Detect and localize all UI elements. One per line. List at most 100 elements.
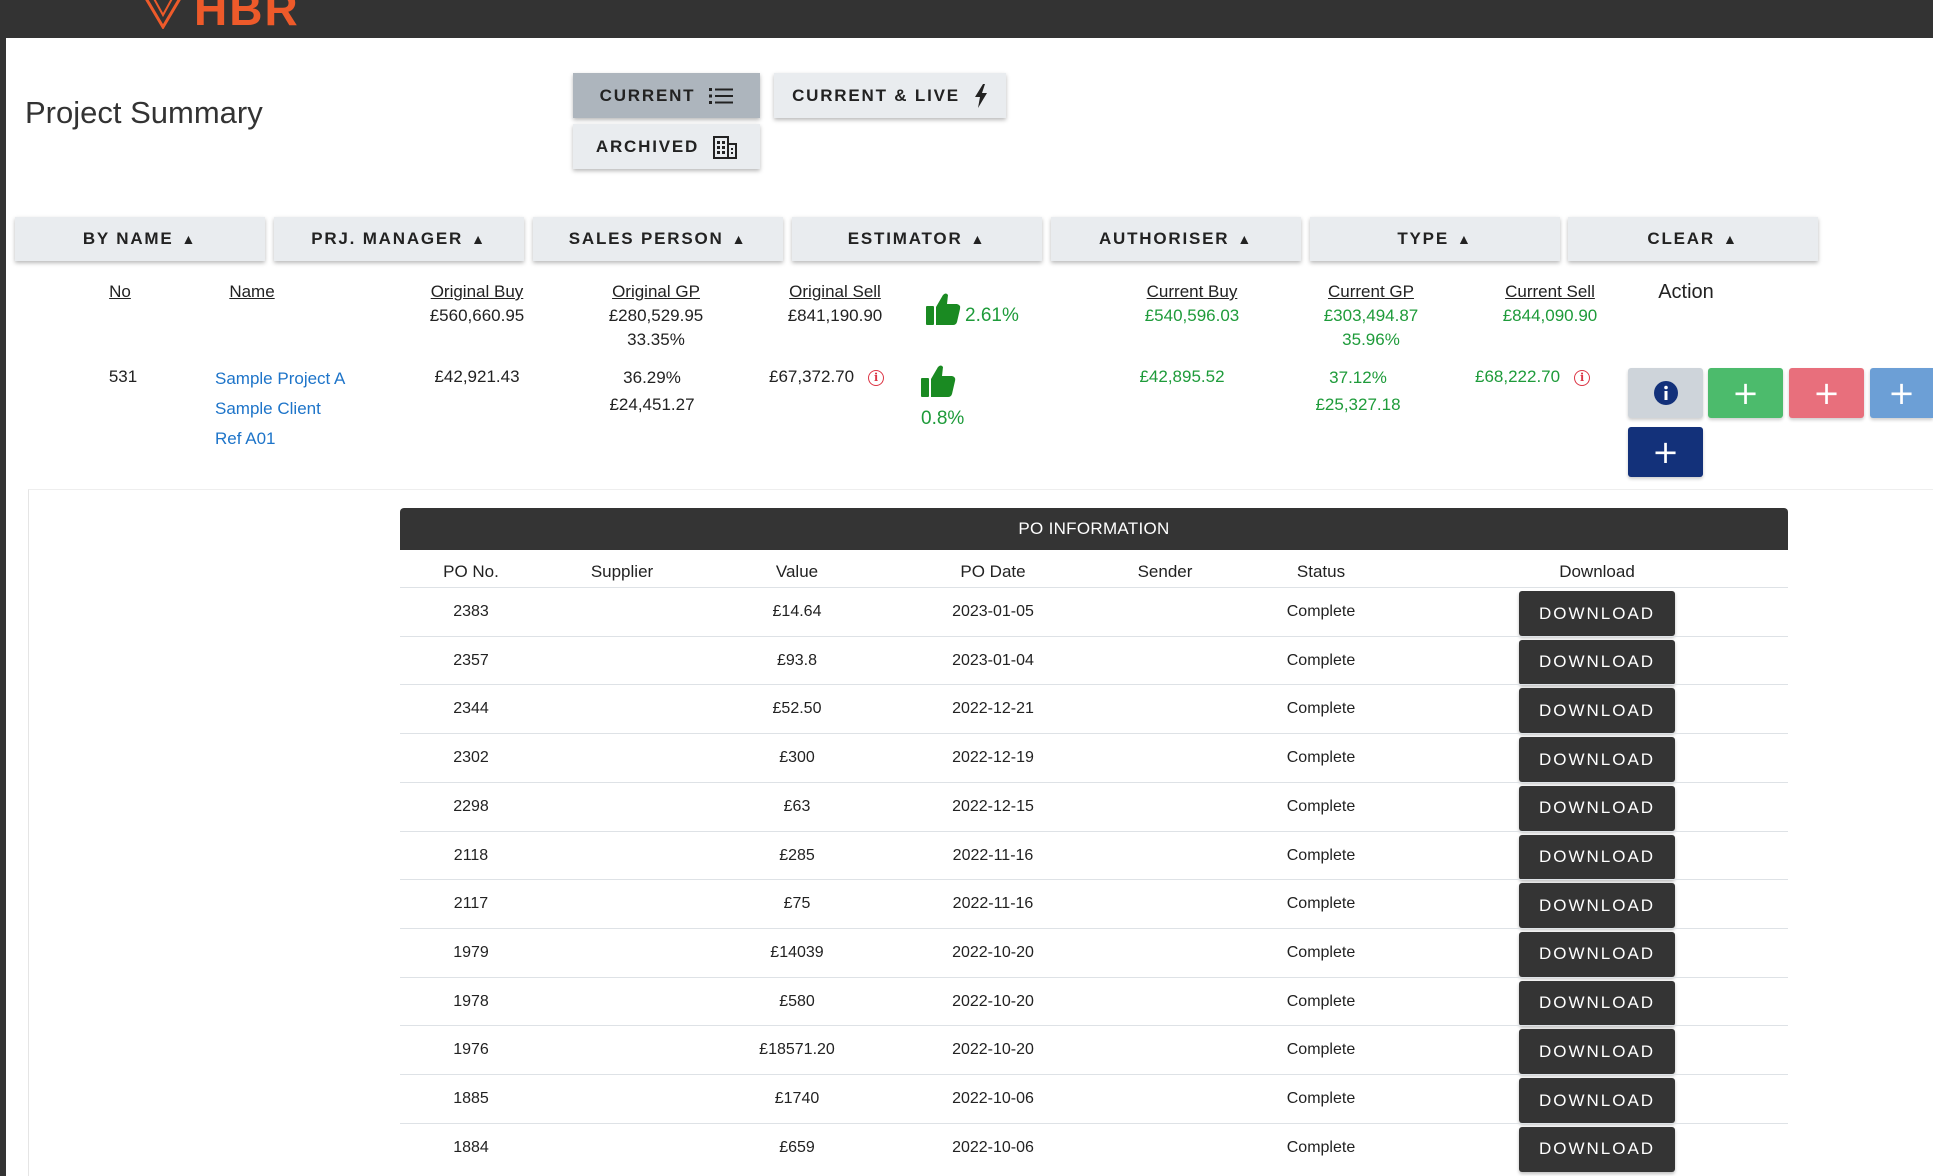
po-table-row: 2344 £52.50 2022-12-21 Complete DOWNLOAD <box>400 684 1788 734</box>
list-icon <box>709 87 734 104</box>
po-status-cell: Complete <box>1286 1041 1356 1059</box>
po-supplier-cell <box>572 978 672 1026</box>
download-button[interactable]: DOWNLOAD <box>1519 883 1675 929</box>
download-button[interactable]: DOWNLOAD <box>1519 1126 1675 1172</box>
sort-by-name-button[interactable]: BY NAME ▲︎ <box>15 217 265 261</box>
po-status-cell: Complete <box>1286 797 1356 815</box>
project-original-sell: £67,372.70 i <box>769 364 885 389</box>
sort-type-button[interactable]: TYPE ▲︎ <box>1310 217 1560 261</box>
po-date-cell: 2022-10-06 <box>952 1090 1034 1107</box>
project-client[interactable]: Sample Client <box>215 399 321 418</box>
po-value-cell: £18571.20 <box>759 1041 835 1059</box>
column-header-original-buy[interactable]: Original Buy £560,660.95 <box>407 280 547 328</box>
project-current-gp-value: £25,327.18 <box>1315 395 1401 414</box>
po-no-cell: 2357 <box>453 651 489 669</box>
po-col-value: Value <box>775 562 819 581</box>
sort-estimator-button[interactable]: ESTIMATOR ▲︎ <box>792 217 1042 261</box>
download-button[interactable]: DOWNLOAD <box>1519 931 1675 977</box>
po-sender-cell <box>1115 880 1215 928</box>
po-table-row: 1884 £659 2022-10-06 Complete DOWNLOAD <box>400 1122 1788 1172</box>
po-table-row: 2298 £63 2022-12-15 Complete DOWNLOAD <box>400 781 1788 831</box>
sort-icon: ▲︎ <box>970 231 987 247</box>
current-live-view-button[interactable]: CURRENT & LIVE <box>774 73 1006 118</box>
project-info-button[interactable] <box>1628 368 1703 418</box>
download-button[interactable]: DOWNLOAD <box>1519 1029 1675 1075</box>
sort-by-name-label: BY NAME <box>82 229 174 248</box>
plus-icon: + <box>1813 374 1840 412</box>
sort-authoriser-button[interactable]: AUTHORISER ▲︎ <box>1051 217 1301 261</box>
po-information-header: PO INFORMATION <box>400 508 1788 550</box>
po-no-cell: 2344 <box>453 700 489 718</box>
po-date-cell: 2023-01-04 <box>952 651 1034 669</box>
download-button[interactable]: DOWNLOAD <box>1519 591 1675 636</box>
po-sender-cell <box>1115 637 1215 685</box>
po-value-cell: £285 <box>779 846 815 864</box>
column-header-no[interactable]: No <box>80 280 160 304</box>
po-no-cell: 1979 <box>453 943 489 961</box>
po-date-cell: 2022-12-15 <box>952 797 1034 815</box>
po-supplier-cell <box>572 637 672 685</box>
po-date-cell: 2022-10-20 <box>952 943 1034 961</box>
po-no-cell: 2298 <box>453 797 489 815</box>
download-button[interactable]: DOWNLOAD <box>1519 737 1675 783</box>
po-sender-cell <box>1115 1026 1215 1074</box>
info-warning-icon[interactable]: i <box>868 370 885 386</box>
clear-sort-button[interactable]: CLEAR ▲︎ <box>1568 217 1818 261</box>
po-date-cell: 2022-10-20 <box>952 992 1034 1010</box>
column-header-current-gp[interactable]: Current GP £303,494.87 35.96% <box>1301 280 1441 352</box>
column-header-original-sell-label: Original Sell <box>789 282 881 301</box>
current-live-view-label: CURRENT & LIVE <box>792 85 960 105</box>
sort-icon: ▲︎ <box>181 231 198 247</box>
sort-sales-person-button[interactable]: SALES PERSON ▲︎ <box>533 217 783 261</box>
po-table-row: 2383 £14.64 2023-01-05 Complete DOWNLOAD <box>400 587 1788 636</box>
po-status-cell: Complete <box>1286 603 1356 620</box>
po-col-po-date: PO Date <box>960 562 1026 581</box>
sort-icon: ▲︎ <box>471 231 487 247</box>
sort-authoriser-label: AUTHORISER <box>1098 229 1230 248</box>
project-ref[interactable]: Ref A01 <box>215 429 276 448</box>
download-button[interactable]: DOWNLOAD <box>1519 834 1675 880</box>
add-red-button[interactable]: + <box>1789 368 1864 418</box>
add-navy-button[interactable]: + <box>1628 427 1703 477</box>
add-green-button[interactable]: + <box>1708 368 1783 418</box>
po-status-cell: Complete <box>1286 992 1356 1010</box>
plus-icon: + <box>1888 374 1915 412</box>
po-date-cell: 2022-12-21 <box>952 700 1034 718</box>
total-original-buy: £560,660.95 <box>429 306 525 325</box>
column-header-name-label: Name <box>229 282 275 301</box>
download-button[interactable]: DOWNLOAD <box>1519 639 1675 685</box>
project-current-buy: £42,895.52 <box>1139 367 1225 386</box>
project-name-link[interactable]: Sample Project A Sample Client Ref A01 <box>215 364 345 454</box>
po-value-cell: £14039 <box>770 943 824 961</box>
project-original-gp: 36.29% £24,451.27 <box>582 364 722 418</box>
po-col-po-no: PO No. <box>443 562 499 581</box>
totals-change-pct: 2.61% <box>965 305 1019 326</box>
column-header-original-gp[interactable]: Original GP £280,529.95 33.35% <box>586 280 726 352</box>
column-header-original-sell[interactable]: Original Sell £841,190.90 <box>765 280 905 328</box>
download-button[interactable]: DOWNLOAD <box>1519 785 1675 831</box>
info-warning-icon[interactable]: i <box>1574 370 1591 386</box>
brand-logo[interactable]: HBR <box>140 0 300 32</box>
project-name[interactable]: Sample Project A <box>215 369 345 388</box>
totals-change-indicator <box>925 292 961 331</box>
po-table-row: 2117 £75 2022-11-16 Complete DOWNLOAD <box>400 879 1788 929</box>
column-header-name[interactable]: Name <box>202 280 302 304</box>
column-header-current-buy[interactable]: Current Buy £540,596.03 <box>1122 280 1262 328</box>
current-view-button[interactable]: CURRENT <box>573 73 760 118</box>
download-button[interactable]: DOWNLOAD <box>1519 1078 1675 1123</box>
po-sender-cell <box>1115 978 1215 1026</box>
add-blue-button[interactable]: + <box>1870 368 1933 418</box>
archived-view-button[interactable]: ARCHIVED <box>573 124 760 169</box>
column-header-current-gp-label: Current GP <box>1328 282 1414 301</box>
project-change-indicator <box>920 364 956 403</box>
project-no: 531 <box>108 367 138 386</box>
logo-text: HBR <box>194 0 300 35</box>
current-view-label: CURRENT <box>599 85 696 105</box>
download-button[interactable]: DOWNLOAD <box>1519 980 1675 1026</box>
sort-project-manager-button[interactable]: PRJ. MANAGER ▲︎ <box>274 217 524 261</box>
po-col-status: Status <box>1296 562 1346 581</box>
column-header-current-sell[interactable]: Current Sell £844,090.90 <box>1480 280 1620 328</box>
download-button[interactable]: DOWNLOAD <box>1519 688 1675 734</box>
lightning-icon <box>974 83 987 108</box>
archived-view-label: ARCHIVED <box>595 136 700 156</box>
